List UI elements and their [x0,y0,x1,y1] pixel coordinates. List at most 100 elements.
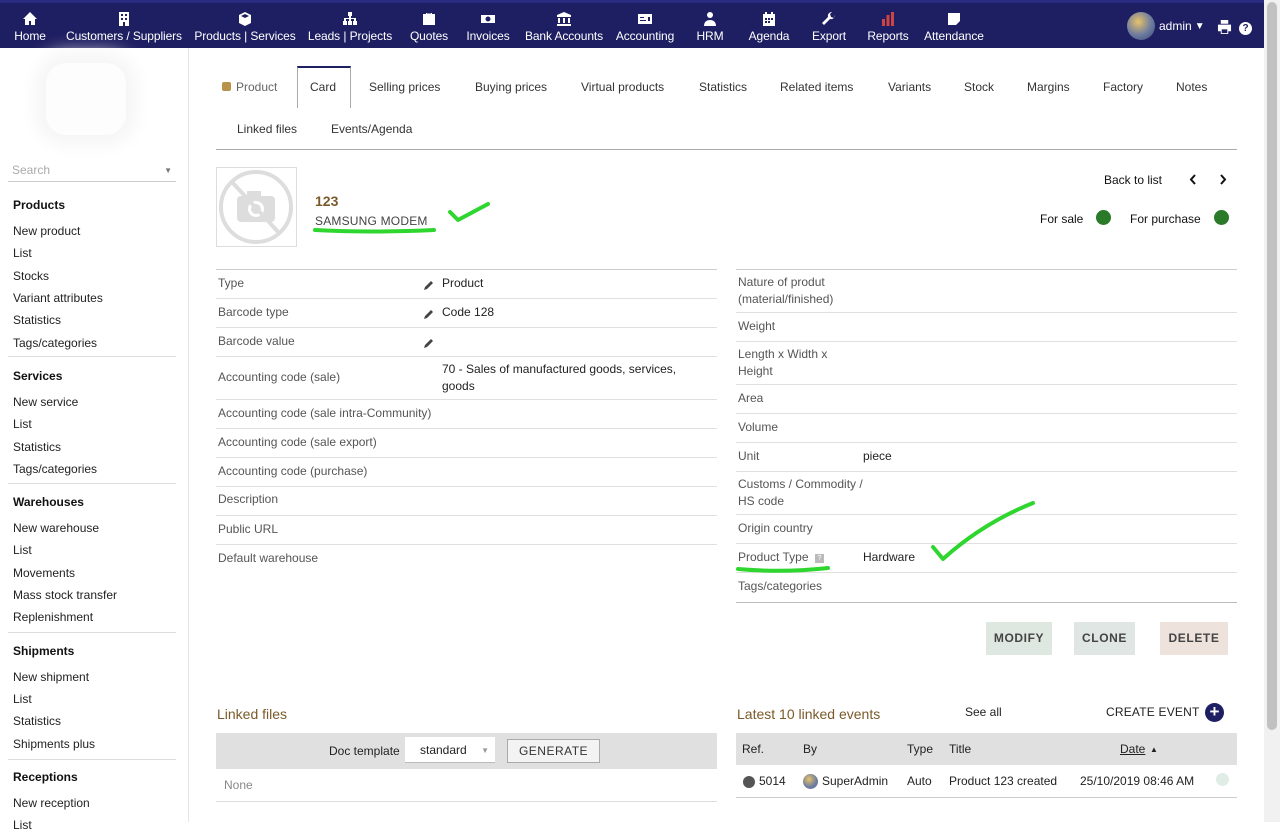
column-type[interactable]: Type [907,742,933,756]
sidebar-item-product-statistics[interactable]: Statistics [13,313,61,327]
back-to-list-link[interactable]: Back to list [1104,173,1162,187]
sidebar-heading-shipments[interactable]: Shipments [13,644,74,658]
field-row: Accounting code (sale) 70 - Sales of man… [216,357,717,400]
sort-asc-icon[interactable]: ▲ [1150,745,1158,754]
menu-quotes[interactable]: Quotes [408,3,450,51]
previous-record-icon[interactable] [1189,174,1197,185]
sidebar-heading-products[interactable]: Products [13,198,65,212]
menu-agenda[interactable]: Agenda [746,3,792,51]
no-photo-icon [219,170,293,244]
menu-bank-accounts[interactable]: Bank Accounts [524,3,604,51]
user-menu[interactable]: admin ▼ [1127,12,1205,40]
add-event-icon[interactable]: + [1205,703,1224,722]
print-icon[interactable] [1217,20,1232,34]
tab-related-items[interactable]: Related items [780,80,853,94]
event-user-link[interactable]: SuperAdmin [822,774,888,788]
tab-variants[interactable]: Variants [888,80,931,94]
scrollbar[interactable] [1264,0,1280,822]
column-by[interactable]: By [803,742,817,756]
tab-factory[interactable]: Factory [1103,80,1143,94]
help-icon[interactable]: ? [1239,22,1252,35]
tab-linked-files[interactable]: Linked files [237,122,297,136]
event-ref-link[interactable]: 5014 [759,774,786,788]
chevron-down-icon: ▼ [481,746,489,755]
sidebar-item-product-tags[interactable]: Tags/categories [13,336,97,350]
sidebar-item-new-product[interactable]: New product [13,224,80,238]
edit-pencil-icon[interactable] [423,337,435,349]
sidebar-item-variant-attributes[interactable]: Variant attributes [13,291,103,305]
sidebar-heading-warehouses[interactable]: Warehouses [13,495,84,509]
menu-export[interactable]: Export [808,3,850,51]
generate-button[interactable]: GENERATE [507,739,600,763]
sidebar-item-reception-list[interactable]: List [13,818,32,832]
menu-hrm[interactable]: HRM [692,3,728,51]
doc-template-select[interactable]: standard ▼ [405,737,495,763]
search-input[interactable]: Search ▼ [8,161,176,182]
sidebar-item-shipment-statistics[interactable]: Statistics [13,714,61,728]
sitemap-icon [343,12,357,25]
divider [8,632,176,633]
sidebar-item-movements[interactable]: Movements [13,566,75,580]
create-event-link[interactable]: CREATE EVENT [1106,705,1200,719]
sidebar-item-mass-stock-transfer[interactable]: Mass stock transfer [13,588,117,602]
divider [736,797,1237,798]
tab-stock[interactable]: Stock [964,80,994,94]
help-tooltip-icon[interactable]: ? [815,554,824,563]
left-sidebar: Search ▼ Products New product List Stocks… [0,48,189,832]
menu-customers-suppliers[interactable]: Customers / Suppliers [66,3,182,51]
sidebar-item-warehouse-list[interactable]: List [13,543,32,557]
for-purchase-status-dot[interactable] [1214,210,1229,225]
for-purchase-label: For purchase [1130,212,1201,226]
sidebar-heading-receptions[interactable]: Receptions [13,770,78,784]
menu-home[interactable]: Home [10,3,50,51]
sidebar-item-new-warehouse[interactable]: New warehouse [13,521,99,535]
column-title[interactable]: Title [949,742,971,756]
doc-template-label: Doc template [329,744,400,758]
sidebar-item-stocks[interactable]: Stocks [13,269,49,283]
menu-leads-projects[interactable]: Leads | Projects [308,3,392,51]
sidebar-item-service-list[interactable]: List [13,417,32,431]
no-files-text: None [224,778,253,792]
menu-products-services[interactable]: Products | Services [194,3,296,51]
divider [8,483,176,484]
linked-files-heading: Linked files [217,706,288,722]
tab-notes[interactable]: Notes [1176,80,1207,94]
sidebar-item-new-service[interactable]: New service [13,395,78,409]
tab-margins[interactable]: Margins [1027,80,1070,94]
menu-attendance[interactable]: Attendance [922,3,986,51]
divider [216,801,717,802]
menu-accounting[interactable]: Accounting [614,3,676,51]
tab-statistics[interactable]: Statistics [699,80,747,94]
sidebar-item-product-list[interactable]: List [13,246,32,260]
clone-button[interactable]: CLONE [1074,622,1135,655]
next-record-icon[interactable] [1219,174,1227,185]
delete-button[interactable]: DELETE [1160,622,1228,655]
product-tabs: Product Card Selling prices Buying price… [216,66,1237,150]
field-row: Area [736,385,1237,414]
sidebar-item-new-shipment[interactable]: New shipment [13,670,89,684]
sidebar-item-shipments-plus[interactable]: Shipments plus [13,737,95,751]
menu-invoices[interactable]: Invoices [464,3,512,51]
see-all-link[interactable]: See all [965,705,1002,719]
edit-pencil-icon[interactable] [423,308,435,320]
column-ref[interactable]: Ref. [742,742,764,756]
sidebar-item-service-statistics[interactable]: Statistics [13,440,61,454]
menu-reports[interactable]: Reports [866,3,910,51]
edit-pencil-icon[interactable] [423,279,435,291]
sidebar-item-new-reception[interactable]: New reception [13,796,90,810]
scrollbar-thumb[interactable] [1267,2,1277,730]
tab-product[interactable]: Product [222,80,277,94]
tab-selling-prices[interactable]: Selling prices [369,80,440,94]
sidebar-item-replenishment[interactable]: Replenishment [13,610,93,624]
sidebar-heading-services[interactable]: Services [13,369,62,383]
home-icon [23,12,37,25]
column-date[interactable]: Date [1120,742,1145,756]
tab-virtual-products[interactable]: Virtual products [581,80,664,94]
sidebar-item-service-tags[interactable]: Tags/categories [13,462,97,476]
modify-button[interactable]: MODIFY [986,622,1052,655]
tab-card[interactable]: Card [297,66,351,108]
for-sale-status-dot[interactable] [1096,210,1111,225]
sidebar-item-shipment-list[interactable]: List [13,692,32,706]
tab-events-agenda[interactable]: Events/Agenda [331,122,412,136]
tab-buying-prices[interactable]: Buying prices [475,80,547,94]
